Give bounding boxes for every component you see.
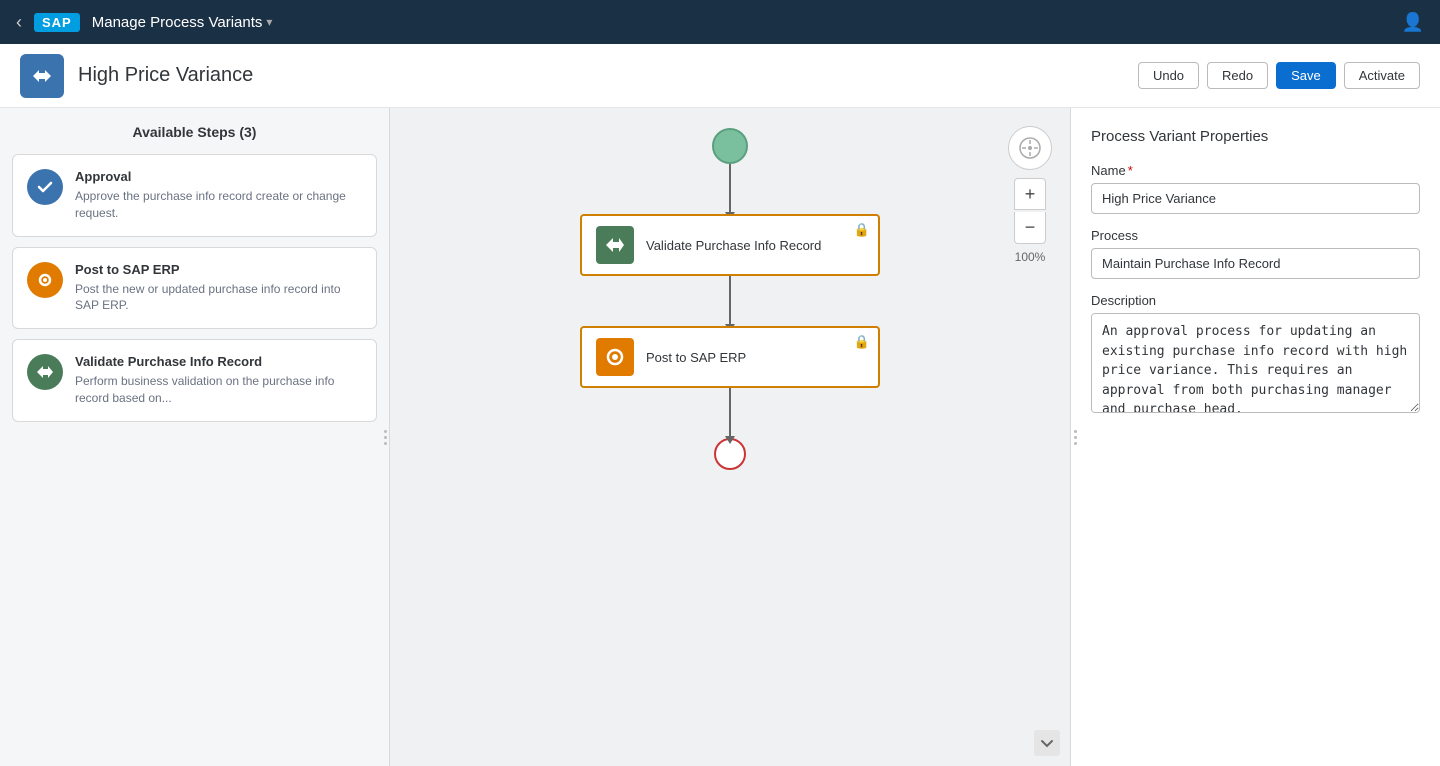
validate-node-label: Validate Purchase Info Record <box>646 238 821 253</box>
validate-card-desc: Perform business validation on the purch… <box>75 373 362 407</box>
properties-title: Process Variant Properties <box>1091 128 1420 145</box>
flow-start-node <box>712 128 748 164</box>
process-field-label: Process <box>1091 228 1420 243</box>
name-input[interactable] <box>1091 183 1420 214</box>
step-card-post[interactable]: Post to SAP ERP Post the new or updated … <box>12 247 377 330</box>
nav-left: ‹ SAP Manage Process Variants ▾ <box>16 12 272 33</box>
sap-logo: SAP <box>34 13 80 32</box>
left-panel: Available Steps (3) Approval Approve the… <box>0 108 390 766</box>
redo-button[interactable]: Redo <box>1207 62 1268 89</box>
zoom-in-button[interactable]: + <box>1014 178 1046 210</box>
nav-title-text: Manage Process Variants <box>92 14 263 31</box>
drag-dot <box>1074 430 1077 433</box>
nav-title: Manage Process Variants ▾ <box>92 14 273 31</box>
activate-button[interactable]: Activate <box>1344 62 1420 89</box>
approval-icon <box>27 169 63 205</box>
flow-node-validate[interactable]: Validate Purchase Info Record 🔒 <box>580 214 880 276</box>
approval-card-desc: Approve the purchase info record create … <box>75 188 362 222</box>
drag-dot <box>384 436 387 439</box>
post-node-lock-icon: 🔒 <box>854 334 870 350</box>
post-circle-icon <box>35 270 55 290</box>
process-input[interactable] <box>1091 248 1420 279</box>
nav-title-dropdown-icon[interactable]: ▾ <box>266 15 272 29</box>
post-card-desc: Post the new or updated purchase info re… <box>75 281 362 315</box>
description-textarea[interactable] <box>1091 313 1420 413</box>
post-node-circle-icon <box>604 346 626 368</box>
validate-node-icon <box>596 226 634 264</box>
drag-dot <box>1074 442 1077 445</box>
available-steps-title: Available Steps (3) <box>12 124 377 140</box>
step-card-validate[interactable]: Validate Purchase Info Record Perform bu… <box>12 339 377 422</box>
canvas-area[interactable]: + − 100% Validate Purchase Info Record 🔒 <box>390 108 1070 766</box>
drag-dot <box>1074 436 1077 439</box>
post-node-icon <box>596 338 634 376</box>
right-panel-drag-handle[interactable] <box>1071 417 1079 457</box>
left-panel-drag-handle[interactable] <box>381 417 389 457</box>
description-field-label: Description <box>1091 293 1420 308</box>
post-node-label: Post to SAP ERP <box>646 350 746 365</box>
validate-node-lock-icon: 🔒 <box>854 222 870 238</box>
step-card-approval[interactable]: Approval Approve the purchase info recor… <box>12 154 377 237</box>
save-button[interactable]: Save <box>1276 62 1336 89</box>
app-icon <box>20 54 64 98</box>
name-required-indicator: * <box>1128 163 1133 178</box>
validate-node-arrow-icon <box>604 234 626 256</box>
collapse-button[interactable] <box>1034 730 1060 756</box>
flow-node-post[interactable]: Post to SAP ERP 🔒 <box>580 326 880 388</box>
toolbar: High Price Variance Undo Redo Save Activ… <box>0 44 1440 108</box>
post-card-content: Post to SAP ERP Post the new or updated … <box>75 262 362 315</box>
approval-card-content: Approval Approve the purchase info recor… <box>75 169 362 222</box>
drag-dot <box>384 442 387 445</box>
approval-card-title: Approval <box>75 169 362 184</box>
app-icon-svg <box>29 63 55 89</box>
user-icon[interactable]: 👤 <box>1402 12 1424 33</box>
bottom-bar <box>1034 730 1060 756</box>
validate-icon <box>27 354 63 390</box>
flow-arrow-2 <box>729 276 731 326</box>
collapse-icon <box>1040 736 1054 750</box>
flow-arrow-1 <box>729 164 731 214</box>
toolbar-actions: Undo Redo Save Activate <box>1138 62 1420 89</box>
main-layout: Available Steps (3) Approval Approve the… <box>0 108 1440 766</box>
undo-button[interactable]: Undo <box>1138 62 1199 89</box>
back-button[interactable]: ‹ <box>16 12 22 33</box>
flow-arrow-3 <box>729 388 731 438</box>
post-card-title: Post to SAP ERP <box>75 262 362 277</box>
toolbar-left: High Price Variance <box>20 54 253 98</box>
post-icon <box>27 262 63 298</box>
right-panel: Process Variant Properties Name * Proces… <box>1070 108 1440 766</box>
compass-icon[interactable] <box>1008 126 1052 170</box>
compass-svg <box>1018 136 1042 160</box>
validate-card-content: Validate Purchase Info Record Perform bu… <box>75 354 362 407</box>
process-flow: Validate Purchase Info Record 🔒 Post to … <box>580 128 880 470</box>
top-nav: ‹ SAP Manage Process Variants ▾ 👤 <box>0 0 1440 44</box>
page-title: High Price Variance <box>78 64 253 87</box>
drag-dot <box>384 430 387 433</box>
validate-arrow-icon <box>35 362 55 382</box>
approval-check-icon <box>35 177 55 197</box>
canvas-controls: + − 100% <box>1008 126 1052 264</box>
zoom-out-button[interactable]: − <box>1014 212 1046 244</box>
name-field-label: Name * <box>1091 163 1420 178</box>
validate-card-title: Validate Purchase Info Record <box>75 354 362 369</box>
zoom-level: 100% <box>1015 250 1046 264</box>
